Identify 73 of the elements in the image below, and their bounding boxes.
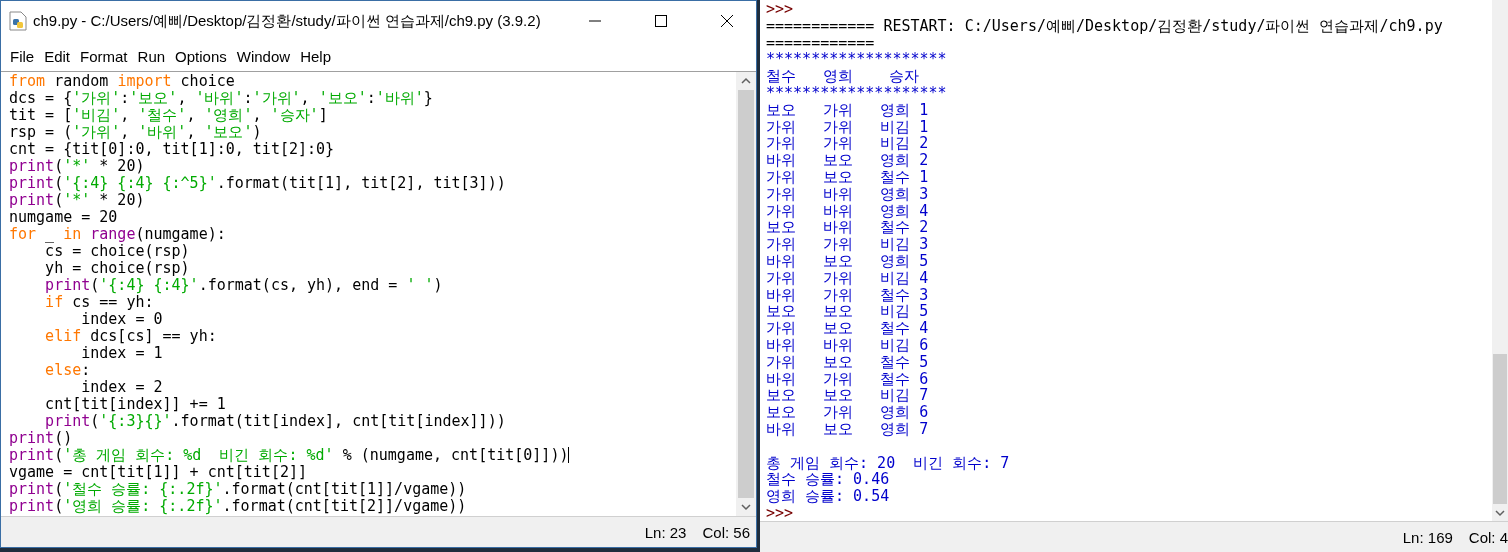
code-line: tit = ['비김', '철수', '영희', '승자'] <box>9 107 329 124</box>
code-line: print('{:4} {:4} {:^5}'.format(tit[1], tit[2], tit[3])) <box>9 175 507 192</box>
code-line: cnt = {tit[0]:0, tit[1]:0, tit[2]:0} <box>9 141 336 158</box>
python-file-icon <box>9 11 27 31</box>
output-line: 보오 바위 철수 2 <box>766 219 930 237</box>
code-line: rsp = ('가위', '바위', '보오') <box>9 124 263 141</box>
prompt: >>> <box>766 504 795 521</box>
menu-item[interactable]: Edit <box>39 45 76 67</box>
code-line: numgame = 20 <box>9 209 119 226</box>
close-icon[interactable] <box>720 14 734 28</box>
output-line: 보오 가위 영희 6 <box>766 404 930 421</box>
output-line: 바위 보오 영희 2 <box>766 152 930 169</box>
line-number: Ln: 23 <box>644 523 687 541</box>
code-line: cnt[tit[index]] += 1 <box>44 396 227 413</box>
code-line: index = 1 <box>81 345 164 362</box>
output-line: 영희 승률: 0.54 <box>766 488 891 505</box>
line-number: Ln: 169 <box>1402 528 1453 546</box>
code-line: from random import choice <box>9 73 236 90</box>
code-line: print('{:4} {:4}'.format(cs, yh), end = ' ') <box>44 277 444 294</box>
column-number: Col: 56 <box>702 523 750 541</box>
output-line: 바위 가위 철수 3 <box>766 286 930 304</box>
output-line: 바위 가위 철수 6 <box>766 370 930 388</box>
code-line: index = 0 <box>80 311 164 328</box>
output-line: 철수 영희 승자 <box>766 68 921 85</box>
output-line: 보오 보오 비김 7 <box>766 387 930 405</box>
column-number: Col: 4 <box>1468 528 1508 546</box>
code-line: print('총 게임 회수: %d 비긴 회수: %d' % (numgame, cnt[tit[0]])) <box>9 447 571 464</box>
code-line: for _ in range(numgame): <box>9 226 227 243</box>
menu-item[interactable]: Help <box>295 45 336 67</box>
code-line: print('{:3}{}'.format(tit[index], cnt[tit[index]])) <box>44 413 507 430</box>
output-line: ******************** <box>766 51 948 69</box>
output-line: 가위 보오 철수 1 <box>766 168 930 186</box>
output-line: 가위 가위 비김 4 <box>766 269 930 287</box>
output-line: 가위 보오 철수 4 <box>766 320 930 337</box>
output-line: 가위 바위 영희 3 <box>766 185 930 203</box>
menu-item[interactable]: Run <box>132 45 171 67</box>
output-line: 총 게임 회수: 20 비긴 회수: 7 <box>766 454 1011 472</box>
prompt: >>> <box>766 1 795 18</box>
output-line: ============ <box>766 34 876 52</box>
output-line: 가위 보오 철수 5 <box>766 353 930 371</box>
window-title: ch9.py - C:/Users/예삐/Desktop/김정환/study/파이썬 연습과제/ch9.py (3.9.2) <box>33 11 541 31</box>
output-line: 보오 보오 비김 5 <box>766 303 930 321</box>
menu-item[interactable]: File <box>5 45 40 67</box>
scrollbar[interactable] <box>1492 0 1508 521</box>
scrollbar[interactable] <box>736 72 756 516</box>
code-line: elif dcs[cs] == yh: <box>44 328 218 345</box>
maximize-icon[interactable] <box>654 14 668 28</box>
output-line: 가위 가위 비김 2 <box>766 135 930 153</box>
code-line: print('철수 승률: {:.2f}'.format(cnt[tit[1]]/vgame)) <box>9 481 468 498</box>
output-line: 철수 승률: 0.46 <box>766 471 891 489</box>
code-line: cs = choice(rsp) <box>44 243 191 260</box>
code-line: yh = choice(rsp) <box>44 260 191 277</box>
code-line: dcs = {'가위':'보오', '바위':'가위', '보오':'바위'} <box>9 90 434 107</box>
code-line: if cs == yh: <box>44 294 155 311</box>
code-line: print('*' * 20) <box>9 192 145 209</box>
output-line: 가위 바위 영희 4 <box>766 202 930 220</box>
code-line: print('*' * 20) <box>9 158 145 175</box>
output-line: ============ RESTART: C:/Users/예삐/Desktop/김정환/study/파이썬 연습과제/ch9.py <box>766 17 1444 35</box>
menu-item[interactable]: Format <box>75 45 133 67</box>
output-line: 바위 보오 영희 5 <box>766 252 930 270</box>
code-line: print('영희 승률: {:.2f}'.format(cnt[tit[2]]/vgame)) <box>9 498 468 515</box>
code-line: index = 2 <box>80 379 164 396</box>
output-line: 가위 가위 비김 1 <box>766 118 930 136</box>
output-line: 바위 바위 비김 6 <box>766 336 930 354</box>
menu-item[interactable]: Window <box>231 45 296 67</box>
output-line: ******************** <box>766 85 948 102</box>
output-line: 바위 보오 영희 7 <box>766 420 930 438</box>
output-line: 보오 가위 영희 1 <box>766 101 930 119</box>
code-line: vgame = cnt[tit[1]] + cnt[tit[2]] <box>9 464 308 481</box>
code-line: print() <box>9 430 74 447</box>
menu-item[interactable]: Options <box>170 45 232 67</box>
output-line: 가위 가위 비김 3 <box>766 236 930 253</box>
code-line: else: <box>44 362 92 379</box>
